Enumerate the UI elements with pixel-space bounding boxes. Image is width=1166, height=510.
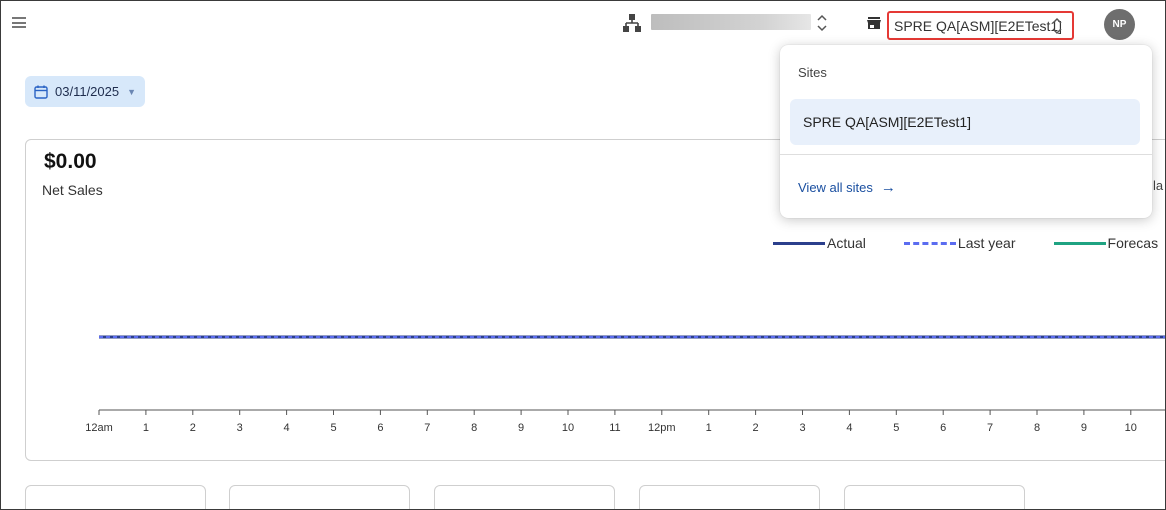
legend-swatch-actual [773,241,825,245]
x-tick-label: 11 [609,422,620,434]
x-tick-label: 1 [143,422,149,434]
x-tick-label: 1 [706,422,712,434]
view-all-sites-label: View all sites [798,180,873,195]
legend-item-forecast[interactable]: Forecas [1053,235,1159,251]
kpi-card[interactable] [25,485,206,509]
x-tick-label: 10 [562,422,574,434]
kpi-card[interactable] [434,485,615,509]
divider [780,154,1152,155]
x-tick-label: 7 [987,422,993,434]
site-selector-label: SPRE QA[ASM][E2ETest1] [894,17,1063,34]
x-tick-label: 8 [471,422,477,434]
x-tick-label: 5 [893,422,899,434]
dropdown-header: Sites [798,65,827,80]
chevron-updown-icon[interactable] [816,13,828,33]
x-tick-label: 2 [190,422,196,434]
store-icon [867,17,881,29]
net-sales-amount: $0.00 [44,150,97,173]
x-tick-label: 3 [237,422,243,434]
x-tick-label: 12pm [648,422,676,434]
x-tick-label: 9 [518,422,524,434]
x-tick-label: 6 [377,422,383,434]
view-all-sites-link[interactable]: View all sites → [798,179,896,196]
site-option[interactable]: SPRE QA[ASM][E2ETest1] [790,99,1140,145]
app-frame: SPRE QA[ASM][E2ETest1] NP 03/11/2025 ▼ $… [0,0,1166,510]
x-tick-label: 9 [1081,422,1087,434]
x-tick-label: 5 [330,422,336,434]
calendar-icon [34,85,48,99]
x-tick-label: 4 [284,422,290,434]
legend-swatch-forecast [1053,241,1106,245]
clipped-text: la [1153,178,1164,193]
net-sales-label: Net Sales [42,182,103,198]
chart-legend: Actual Last year Forecas [773,235,1165,251]
kpi-card[interactable] [844,485,1025,509]
legend-label-last-year: Last year [957,235,1016,251]
net-sales-chart: 12am 1 2 3 4 5 6 7 8 9 10 11 12pm 1 2 3 4 5 6 7 8 9 10 [85,335,1165,434]
x-tick-label: 4 [846,422,852,434]
legend-label-actual: Actual [827,235,866,251]
arrow-right-icon: → [880,179,896,196]
hamburger-menu-icon[interactable] [12,17,26,28]
dropdown-caret-icon: ▼ [127,86,137,97]
kpi-card[interactable] [229,485,410,509]
x-tick-label: 10 [1125,422,1137,434]
x-tick-label: 12am [85,422,113,434]
legend-item-last-year[interactable]: Last year [903,235,1016,251]
user-avatar[interactable]: NP [1104,9,1135,40]
chevron-updown-icon [1052,17,1062,35]
x-tick-label: 8 [1034,422,1040,434]
legend-swatch-last-year [903,241,956,245]
legend-item-actual[interactable]: Actual [773,235,866,251]
organization-selector[interactable] [651,14,811,30]
x-tick-label: 3 [799,422,805,434]
kpi-card[interactable] [639,485,820,509]
legend-label-forecast: Forecas [1107,235,1159,251]
date-picker-button[interactable]: 03/11/2025 ▼ [25,76,145,107]
site-dropdown-menu: Sites SPRE QA[ASM][E2ETest1] View all si… [780,45,1152,218]
site-selector[interactable]: SPRE QA[ASM][E2ETest1] [887,11,1074,40]
x-tick-label: 6 [940,422,946,434]
org-hierarchy-icon [623,14,641,32]
x-tick-label: 2 [753,422,759,434]
selected-date: 03/11/2025 [55,84,120,99]
x-tick-label: 7 [424,422,430,434]
